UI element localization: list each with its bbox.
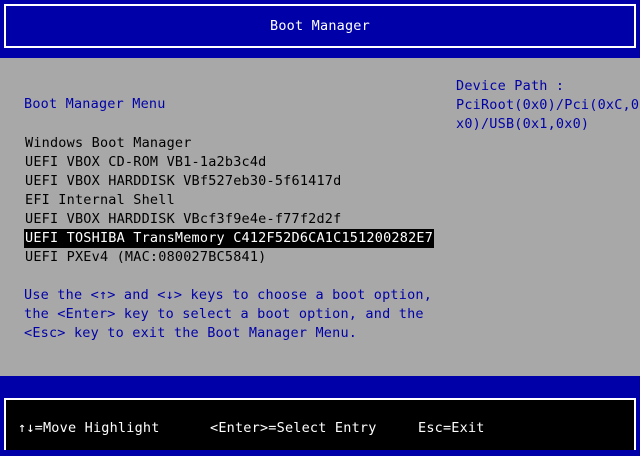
- exit-hint: Esc=Exit: [418, 420, 485, 436]
- help-line: the <Enter> key to select a boot option,…: [24, 306, 424, 322]
- device-path-line: PciRoot(0x0)/Pci(0xC,0: [456, 97, 640, 113]
- boot-option-efi-internal-shell[interactable]: EFI Internal Shell: [24, 191, 176, 210]
- move-highlight-hint: ↑↓=Move Highlight: [18, 420, 160, 436]
- device-path-line: x0)/USB(0x1,0x0): [456, 116, 590, 132]
- page-title: Boot Manager: [270, 18, 370, 34]
- help-line: Use the <↑> and <↓> keys to choose a boo…: [24, 287, 433, 303]
- help-text: Use the <↑> and <↓> keys to choose a boo…: [24, 286, 432, 343]
- help-line: <Esc> key to exit the Boot Manager Menu.: [24, 325, 358, 341]
- boot-option-vbox-harddisk-2[interactable]: UEFI VBOX HARDDISK VBcf3f9e4e-f77f2d2f: [24, 210, 342, 229]
- boot-option-windows-boot-manager[interactable]: Windows Boot Manager: [24, 134, 193, 153]
- device-path-info: Device Path : PciRoot(0x0)/Pci(0xC,0 x0)…: [456, 77, 639, 134]
- boot-option-toshiba-transmemory[interactable]: UEFI TOSHIBA TransMemory C412F52D6CA1C15…: [24, 229, 435, 248]
- device-path-label: Device Path :: [456, 78, 565, 94]
- select-entry-hint: <Enter>=Select Entry: [210, 420, 377, 436]
- menu-heading: Boot Manager Menu: [24, 96, 166, 112]
- boot-option-list: Windows Boot Manager UEFI VBOX CD-ROM VB…: [24, 134, 435, 267]
- boot-option-pxev4[interactable]: UEFI PXEv4 (MAC:080027BC5841): [24, 248, 268, 267]
- boot-manager-panel: Boot Manager Menu Windows Boot Manager U…: [0, 58, 640, 376]
- key-hint-bar: ↑↓=Move Highlight <Enter>=Select Entry E…: [4, 398, 636, 450]
- boot-option-vbox-cdrom[interactable]: UEFI VBOX CD-ROM VB1-1a2b3c4d: [24, 153, 268, 172]
- boot-option-vbox-harddisk-1[interactable]: UEFI VBOX HARDDISK VBf527eb30-5f61417d: [24, 172, 342, 191]
- title-bar: Boot Manager: [4, 4, 636, 48]
